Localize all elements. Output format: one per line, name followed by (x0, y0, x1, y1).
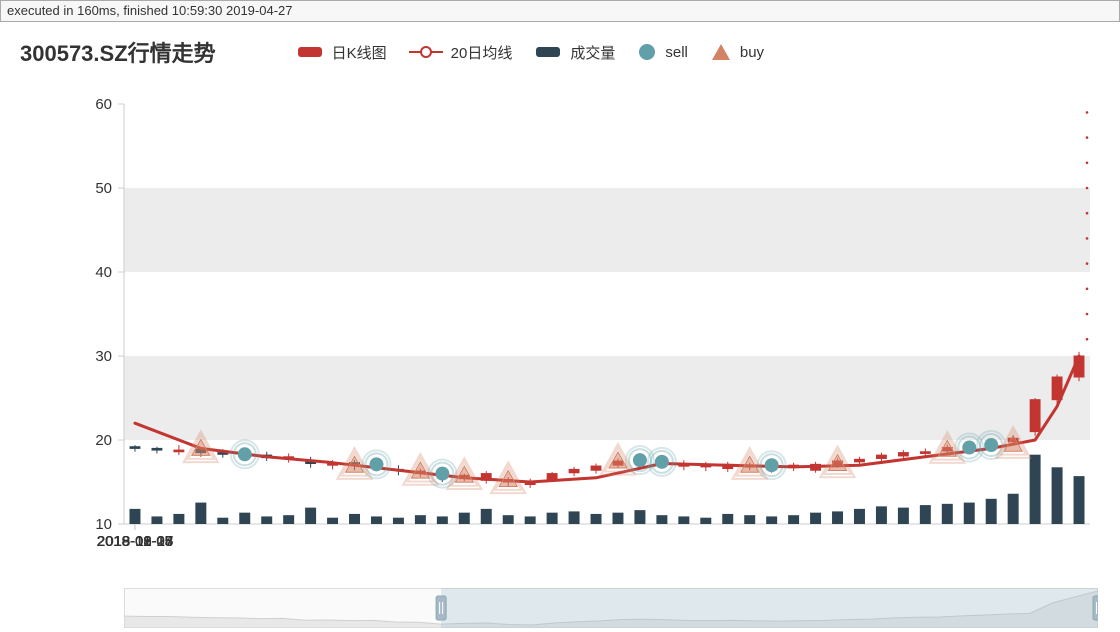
legend-item-sell[interactable]: sell (637, 42, 688, 62)
bar-icon (534, 44, 562, 60)
chart-title: 300573.SZ行情走势 (20, 36, 216, 68)
chart-canvas[interactable]: 1020304050602018-06-272018-08-072018-09-… (10, 84, 1110, 584)
circle-icon (637, 42, 657, 62)
legend-label: buy (740, 44, 764, 61)
legend-label: 日K线图 (332, 42, 387, 63)
legend-label: 20日均线 (451, 42, 513, 63)
status-text: executed in 160ms, finished 10:59:30 201… (7, 3, 292, 18)
svg-text:50: 50 (95, 180, 112, 197)
legend-item-volume[interactable]: 成交量 (534, 42, 615, 63)
legend-item-kline[interactable]: 日K线图 (296, 42, 387, 63)
svg-text:60: 60 (95, 96, 112, 113)
legend-label: sell (665, 44, 688, 61)
chart-legend: 日K线图 20日均线 成交量 sell (296, 42, 764, 63)
legend-item-buy[interactable]: buy (710, 42, 764, 62)
triangle-icon (710, 42, 732, 62)
svg-text:10: 10 (95, 516, 112, 533)
svg-text:40: 40 (95, 264, 112, 281)
chart-header: 300573.SZ行情走势 日K线图 20日均线 成交量 (0, 22, 1120, 74)
line-hollow-circle-icon (409, 44, 443, 60)
legend-label: 成交量 (570, 42, 615, 63)
svg-text:2019-03-15: 2019-03-15 (97, 533, 174, 550)
candlestick-icon (296, 44, 324, 60)
data-zoom-slider[interactable] (124, 588, 1098, 628)
svg-text:30: 30 (95, 348, 112, 365)
svg-text:20: 20 (95, 432, 112, 449)
legend-item-ma20[interactable]: 20日均线 (409, 42, 513, 63)
status-bar: executed in 160ms, finished 10:59:30 201… (0, 0, 1120, 22)
